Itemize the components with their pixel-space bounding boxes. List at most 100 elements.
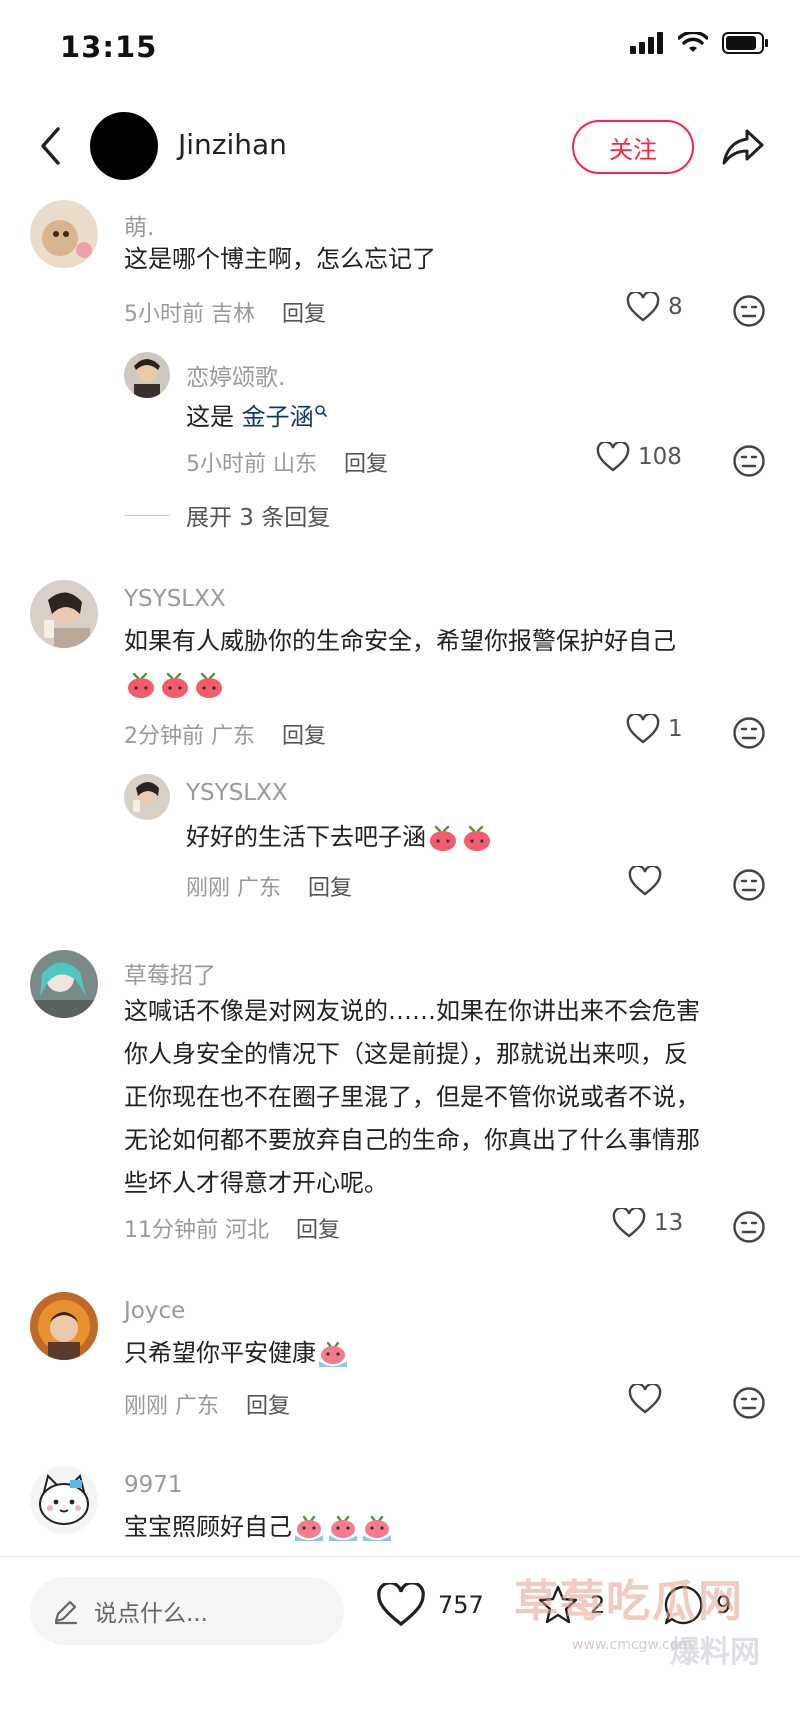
like-button[interactable]: 13 xyxy=(612,1208,683,1238)
like-count: 8 xyxy=(668,294,683,320)
reply-button[interactable]: 回复 xyxy=(246,1394,290,1419)
comment-meta: 5小时前 吉林 回复 xyxy=(124,296,326,328)
commenter-name[interactable]: 萌. xyxy=(124,208,154,242)
commenter-avatar[interactable] xyxy=(30,200,98,268)
comment-text-line: 你人身安全的情况下（这是前提），那就说出来呗，反 xyxy=(124,1040,688,1068)
peach-emoji-icon xyxy=(128,672,154,698)
watermark-sub: 爆料网 xyxy=(670,1635,760,1670)
comment-text-line: 些坏人才得意才开心呢。 xyxy=(124,1169,388,1197)
comment-text-content: 如果有人威胁你的生命安全，希望你报警保护好自己 xyxy=(124,627,676,655)
author-avatar[interactable] xyxy=(90,112,158,180)
reply-location: 广东 xyxy=(237,876,282,901)
like-count: 1 xyxy=(668,716,683,742)
commenter-avatar[interactable] xyxy=(30,950,98,1018)
like-button[interactable]: 8 xyxy=(626,292,683,322)
dislike-icon[interactable] xyxy=(732,868,766,902)
reply-time: 5小时前 xyxy=(186,452,266,477)
like-button[interactable]: 1 xyxy=(626,714,683,744)
reply-name[interactable]: YSYSLXX xyxy=(186,780,288,806)
comment-text-line: 无论如何都不要放弃自己的生命，你真出了什么事情那 xyxy=(124,1126,700,1154)
commenter-avatar[interactable] xyxy=(30,1466,98,1534)
comment-text-line: 这喊话不像是对网友说的……如果在你讲出来不会危害 xyxy=(124,997,700,1025)
reply-meta: 5小时前 山东 回复 xyxy=(186,446,388,478)
comment-list[interactable]: 萌. 这是哪个博主啊，怎么忘记了 5小时前 吉林 回复 8 恋婷颂歌. 这是 金… xyxy=(0,196,800,1556)
comment-text-content: 只希望你平安健康 xyxy=(124,1339,316,1367)
battery-icon xyxy=(722,32,768,54)
comment-input[interactable]: 说点什么... xyxy=(30,1577,344,1645)
peach-emoji-icon xyxy=(162,672,188,698)
mention-link[interactable]: 金子涵 xyxy=(242,403,314,431)
reply-name[interactable]: 恋婷颂歌. xyxy=(186,358,285,392)
comment-location: 吉林 xyxy=(211,302,256,327)
commenter-avatar[interactable] xyxy=(30,1292,98,1360)
pencil-icon xyxy=(54,1600,78,1625)
dislike-icon[interactable] xyxy=(732,716,766,750)
post-like-button[interactable]: 757 xyxy=(376,1583,484,1627)
status-bar: 13:15 xyxy=(0,0,800,96)
heart-icon xyxy=(628,1384,662,1414)
share-icon xyxy=(722,129,764,165)
comment-text: 如果有人威胁你的生命安全，希望你报警保护好自己 xyxy=(124,620,774,706)
header: Jinzihan 关注 xyxy=(0,104,800,188)
reply-text: 好好的生活下去吧子涵 xyxy=(186,816,494,859)
expand-replies-button[interactable]: 展开 3 条回复 xyxy=(124,498,330,532)
reply-avatar[interactable] xyxy=(124,352,170,398)
watermark-text: 草莓吃瓜网 xyxy=(514,1576,744,1627)
heart-icon xyxy=(377,1583,425,1627)
reply-avatar[interactable] xyxy=(124,774,170,820)
expand-label: 展开 3 条回复 xyxy=(186,505,331,531)
comment-text-line: 正你现在也不在圈子里混了，但是不管你说或者不说， xyxy=(124,1083,700,1111)
reply-button[interactable]: 回复 xyxy=(282,302,326,327)
comment-text: 这喊话不像是对网友说的……如果在你讲出来不会危害 你人身安全的情况下（这是前提）… xyxy=(124,990,784,1205)
back-button[interactable] xyxy=(30,122,70,170)
cellular-signal-icon xyxy=(630,32,663,54)
follow-button[interactable]: 关注 xyxy=(572,120,694,174)
like-button[interactable] xyxy=(628,866,670,896)
crying-peach-emoji-icon xyxy=(329,1515,357,1541)
heart-icon xyxy=(626,714,660,744)
dislike-icon[interactable] xyxy=(732,444,766,478)
crying-peach-emoji-icon xyxy=(295,1515,323,1541)
chevron-left-icon xyxy=(41,127,60,165)
reply-button[interactable]: 回复 xyxy=(308,876,352,901)
author-name[interactable]: Jinzihan xyxy=(178,128,287,161)
dislike-icon[interactable] xyxy=(732,1210,766,1244)
reply-meta: 刚刚 广东 回复 xyxy=(186,870,352,902)
commenter-name[interactable]: Joyce xyxy=(124,1298,185,1324)
reply-text: 这是 金子涵 xyxy=(186,396,328,439)
share-button[interactable] xyxy=(718,122,768,172)
heart-icon xyxy=(628,866,662,896)
comment-meta: 11分钟前 河北 回复 xyxy=(124,1212,340,1244)
comment-time: 11分钟前 xyxy=(124,1218,218,1243)
commenter-name[interactable]: 9971 xyxy=(124,1472,183,1498)
reply-location: 山东 xyxy=(273,452,318,477)
like-count: 13 xyxy=(654,1210,684,1236)
dislike-icon[interactable] xyxy=(732,294,766,328)
comment-input-placeholder: 说点什么... xyxy=(94,1601,208,1627)
comment-item: Joyce 只希望你平安健康 刚刚 广东 回复 xyxy=(0,1292,800,1452)
commenter-avatar[interactable] xyxy=(30,580,98,648)
comment-item: YSYSLXX 如果有人威胁你的生命安全，希望你报警保护好自己 2分钟前 广东 … xyxy=(0,580,800,910)
commenter-name[interactable]: 草莓招了 xyxy=(124,956,216,990)
status-icons xyxy=(630,32,768,54)
like-button[interactable] xyxy=(628,1384,670,1414)
crying-peach-emoji-icon xyxy=(363,1515,391,1541)
comment-text-content: 宝宝照顾好自己 xyxy=(124,1513,292,1541)
heart-icon xyxy=(626,292,660,322)
reply-text-content: 好好的生活下去吧子涵 xyxy=(186,823,426,851)
comment-meta: 刚刚 广东 回复 xyxy=(124,1388,290,1420)
post-like-count: 757 xyxy=(438,1591,484,1619)
reply-button[interactable]: 回复 xyxy=(296,1218,340,1243)
comment-text: 只希望你平安健康 xyxy=(124,1332,350,1375)
like-button[interactable]: 108 xyxy=(596,442,682,472)
status-time: 13:15 xyxy=(60,30,158,64)
reply-button[interactable]: 回复 xyxy=(344,452,388,477)
reply-button[interactable]: 回复 xyxy=(282,724,326,749)
search-icon[interactable] xyxy=(314,404,328,418)
reply-text-prefix: 这是 xyxy=(186,403,234,431)
dislike-icon[interactable] xyxy=(732,1386,766,1420)
expand-divider xyxy=(124,514,170,516)
comment-meta: 2分钟前 广东 回复 xyxy=(124,718,326,750)
comment-time: 5小时前 xyxy=(124,302,204,327)
commenter-name[interactable]: YSYSLXX xyxy=(124,586,226,612)
